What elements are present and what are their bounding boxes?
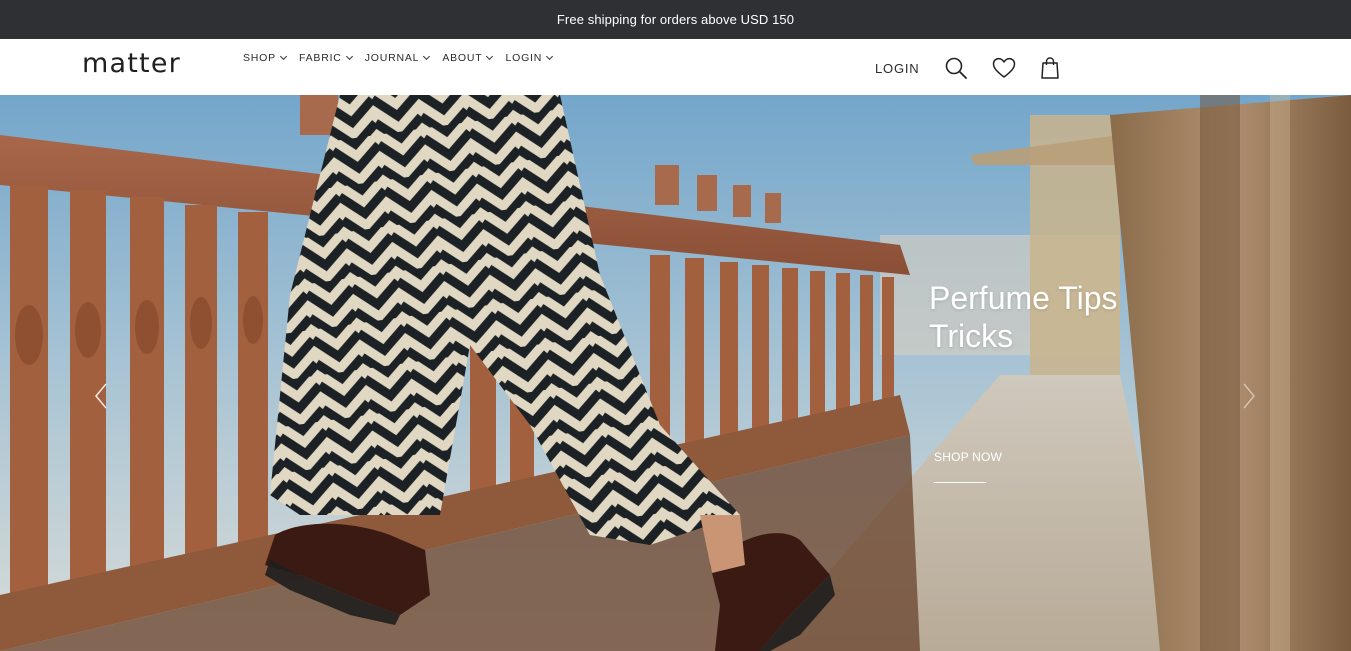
hero-title: Perfume Tips Tricks xyxy=(929,279,1229,355)
chevron-down-icon xyxy=(279,52,288,61)
cart-button[interactable] xyxy=(1037,55,1063,81)
nav-item-login[interactable]: LOGIN xyxy=(505,52,554,64)
chevron-down-icon xyxy=(423,52,431,61)
slider-next-button[interactable] xyxy=(1238,380,1260,412)
search-button[interactable] xyxy=(943,55,969,81)
chevron-down-icon xyxy=(546,52,554,61)
nav-item-shop[interactable]: SHOP xyxy=(243,52,288,64)
hero-title-line: Tricks xyxy=(929,318,1014,354)
heart-icon xyxy=(993,57,1016,78)
hero-image xyxy=(0,95,1351,651)
announcement-text: Free shipping for orders above USD 150 xyxy=(556,12,795,27)
nav-item-label: SHOP xyxy=(243,52,276,64)
shop-now-button[interactable]: SHOP NOW xyxy=(934,450,1002,464)
chevron-down-icon xyxy=(486,52,494,61)
nav-item-label: ABOUT xyxy=(442,52,483,64)
site-header: matter SHOP FABRIC JOURNAL ABOUT LOGIN L… xyxy=(0,39,1351,95)
nav-item-label: LOGIN xyxy=(505,52,543,64)
shopping-bag-icon xyxy=(1041,57,1060,79)
nav-item-fabric[interactable]: FABRIC xyxy=(298,52,353,64)
wishlist-button[interactable] xyxy=(991,55,1017,81)
hero-title-line: Perfume Tips xyxy=(929,280,1118,316)
chevron-down-icon xyxy=(345,52,353,61)
slider-prev-button[interactable] xyxy=(90,380,112,412)
hero-slider: Perfume Tips Tricks SHOP NOW xyxy=(0,95,1351,651)
announcement-bar: Free shipping for orders above USD 150 xyxy=(0,0,1351,39)
nav-item-about[interactable]: ABOUT xyxy=(442,52,494,64)
header-actions: LOGIN xyxy=(875,55,1063,81)
shop-now-underline xyxy=(934,482,986,483)
nav-item-label: JOURNAL xyxy=(364,52,420,64)
nav-item-label: FABRIC xyxy=(298,52,342,64)
nav-item-journal[interactable]: JOURNAL xyxy=(364,52,431,64)
login-link[interactable]: LOGIN xyxy=(875,61,919,76)
search-icon xyxy=(946,57,968,79)
logo[interactable]: matter xyxy=(82,48,181,79)
chevron-left-icon xyxy=(95,383,107,409)
chevron-right-icon xyxy=(1243,383,1255,409)
main-nav: SHOP FABRIC JOURNAL ABOUT LOGIN xyxy=(243,52,554,64)
